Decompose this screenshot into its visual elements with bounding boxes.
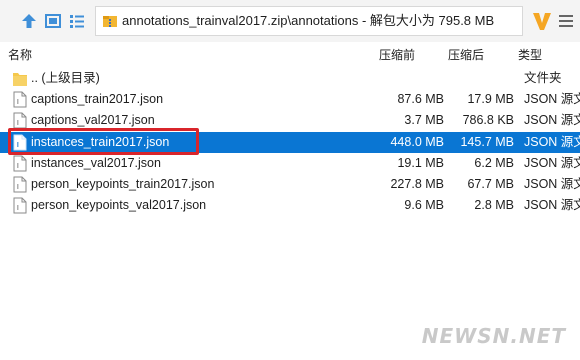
file-type: JSON 源文 xyxy=(524,92,580,106)
file-row[interactable]: person_keypoints_val2017.json 9.6 MB 2.8… xyxy=(0,195,580,216)
packed-size: 67.7 MB xyxy=(467,177,514,191)
packed-size: 145.7 MB xyxy=(460,135,514,149)
file-type: JSON 源文 xyxy=(524,177,580,191)
thumbnail-view-icon[interactable] xyxy=(44,12,62,30)
json-file-icon xyxy=(13,197,27,214)
address-bar[interactable]: annotations_trainval2017.zip\annotations… xyxy=(95,6,523,36)
file-type: JSON 源文 xyxy=(524,156,580,170)
column-header-type[interactable]: 类型 xyxy=(518,46,542,64)
file-row[interactable]: person_keypoints_train2017.json 227.8 MB… xyxy=(0,174,580,195)
compressed-size: 9.6 MB xyxy=(404,198,444,212)
column-headers: 名称 压缩前 压缩后 类型 xyxy=(0,46,580,64)
file-name: .. (上级目录) xyxy=(31,71,100,85)
highlight-annotation xyxy=(8,128,199,155)
list-view-icon[interactable] xyxy=(68,12,86,30)
json-file-icon xyxy=(13,155,27,172)
file-row[interactable]: captions_train2017.json 87.6 MB 17.9 MB … xyxy=(0,89,580,110)
packed-size: 786.8 KB xyxy=(462,113,514,127)
file-type: JSON 源文 xyxy=(524,198,580,212)
watermark: NEWSN.NET xyxy=(421,324,566,348)
file-name: instances_val2017.json xyxy=(31,156,161,170)
compressed-size: 448.0 MB xyxy=(390,135,444,149)
toolbar: annotations_trainval2017.zip\annotations… xyxy=(0,0,580,42)
column-header-compressed[interactable]: 压缩前 xyxy=(379,46,415,64)
file-type: 文件夹 xyxy=(524,71,562,85)
json-file-icon xyxy=(13,91,27,108)
json-file-icon xyxy=(13,176,27,193)
compressed-size: 227.8 MB xyxy=(390,177,444,191)
file-name: person_keypoints_val2017.json xyxy=(31,198,207,212)
compressed-size: 3.7 MB xyxy=(404,113,444,127)
hamburger-menu-icon[interactable] xyxy=(556,12,576,30)
file-row[interactable]: .. (上级目录) 文件夹 xyxy=(0,68,580,89)
json-file-icon xyxy=(13,112,27,129)
brand-v-logo-icon[interactable] xyxy=(530,9,554,33)
file-row[interactable]: instances_val2017.json 19.1 MB 6.2 MB JS… xyxy=(0,153,580,174)
column-header-name[interactable]: 名称 xyxy=(8,46,32,64)
packed-size: 2.8 MB xyxy=(474,198,514,212)
up-arrow-icon[interactable] xyxy=(20,12,38,30)
file-type: JSON 源文 xyxy=(524,135,580,149)
packed-size: 6.2 MB xyxy=(474,156,514,170)
file-name: captions_train2017.json xyxy=(31,92,164,106)
file-name: person_keypoints_train2017.json xyxy=(31,177,215,191)
column-header-packed[interactable]: 压缩后 xyxy=(448,46,484,64)
compressed-size: 19.1 MB xyxy=(397,156,444,170)
address-path: annotations_trainval2017.zip\annotations… xyxy=(122,13,495,28)
packed-size: 17.9 MB xyxy=(467,92,514,106)
compressed-size: 87.6 MB xyxy=(397,92,444,106)
zip-archive-icon xyxy=(103,16,117,27)
file-type: JSON 源文 xyxy=(524,113,580,127)
folder-icon xyxy=(13,73,27,86)
